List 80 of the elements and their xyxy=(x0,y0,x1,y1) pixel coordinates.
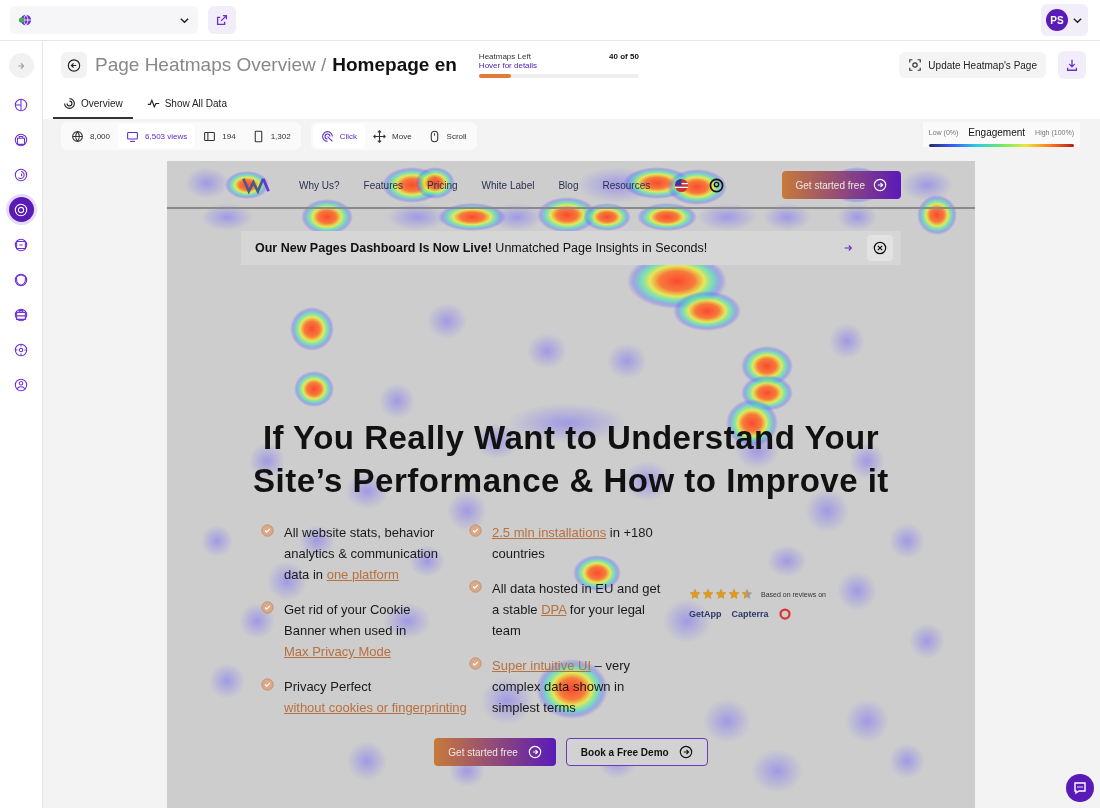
check-icon xyxy=(261,524,274,537)
arrow-circle-icon xyxy=(527,745,542,759)
arrow-icon[interactable] xyxy=(843,243,853,253)
check-icon xyxy=(261,678,274,691)
user-icon xyxy=(14,377,28,392)
ring-logo-icon xyxy=(778,608,791,620)
download-icon xyxy=(1065,58,1079,72)
quota-count: 40 of 50 xyxy=(609,52,639,61)
flag-icon[interactable] xyxy=(674,177,690,193)
device-filter[interactable]: 1,302 xyxy=(243,124,299,148)
feature-text: Privacy Perfect without cookies or fingerprinting xyxy=(284,678,467,717)
star-icon xyxy=(728,588,740,600)
check-icon xyxy=(469,580,482,593)
device-filter[interactable]: 194 xyxy=(195,124,244,148)
announcement-text: Our New Pages Dashboard Is Now Live! Unmatched Page Insights in Seconds! xyxy=(255,241,708,255)
breadcrumb-link[interactable]: Page Heatmaps Overview / xyxy=(95,54,327,76)
shield-icon xyxy=(14,272,28,287)
update-button[interactable]: Update Heatmap's Page xyxy=(899,52,1046,78)
mode-filter[interactable]: Move xyxy=(365,124,420,148)
legend-title: Engagement xyxy=(968,127,1026,138)
mode-filter[interactable]: Click xyxy=(312,124,365,148)
spiral-icon xyxy=(14,167,28,182)
hero-headline: If You Really Want to Understand Your Site’s Performance & How to Improve it xyxy=(252,418,890,501)
screenshot-icon xyxy=(908,58,923,72)
globe-logo-icon xyxy=(18,13,32,27)
site-logo-icon xyxy=(241,176,271,194)
star-icon xyxy=(689,588,701,600)
external-link-icon xyxy=(215,13,229,27)
pulse-icon xyxy=(146,96,160,110)
close-button[interactable] xyxy=(867,235,893,261)
pie-chart-icon xyxy=(14,97,28,112)
back-icon xyxy=(67,57,81,73)
arrow-circle-icon xyxy=(678,745,693,759)
star-icon xyxy=(741,588,753,600)
star-icon xyxy=(715,588,727,600)
close-icon xyxy=(873,241,887,255)
settings-icon xyxy=(14,342,28,357)
arrow-circle-icon xyxy=(873,178,887,192)
bag-icon xyxy=(14,132,28,147)
external-link-button[interactable] xyxy=(208,6,236,34)
account-menu-button[interactable]: PS xyxy=(1041,4,1088,36)
briefcase-icon xyxy=(14,307,28,322)
desktop-icon xyxy=(126,129,140,143)
spiral-icon xyxy=(63,96,76,110)
feature-text: All data hosted in EU and get a stable DPA for your legal team xyxy=(492,580,662,640)
user-icon[interactable] xyxy=(709,177,725,193)
get-started-button[interactable]: Get started free xyxy=(781,171,901,199)
tab[interactable]: Show All Data xyxy=(136,89,237,119)
review-platform-logo: Capterra xyxy=(731,609,769,619)
page-title: Homepage en xyxy=(332,54,457,76)
chat-icon xyxy=(1072,780,1088,796)
star-icon xyxy=(702,588,714,600)
feature-text: All website stats, behavior analytics & communication data in one platform xyxy=(284,524,439,584)
device-filter[interactable]: 6,503 views xyxy=(118,124,196,148)
feature-text: 2.5 mln installations in +180 countries xyxy=(492,524,654,563)
screen-icon xyxy=(14,237,28,252)
globe-icon xyxy=(71,129,84,143)
book-demo-button[interactable]: Book a Free Demo xyxy=(565,738,708,766)
quota-hint[interactable]: Hover for details xyxy=(478,61,538,70)
get-started-button[interactable]: Get started free xyxy=(434,738,556,766)
check-icon xyxy=(261,601,274,614)
target-icon xyxy=(14,202,28,217)
site-nav-link[interactable]: White Label xyxy=(481,179,535,191)
chat-button[interactable] xyxy=(1066,774,1094,802)
device-filter[interactable]: 8,000 xyxy=(63,124,119,148)
avatar: PS xyxy=(1046,9,1068,31)
mode-filter[interactable]: Scroll xyxy=(419,124,475,148)
review-platform-logo: GetApp xyxy=(689,609,722,619)
back-button[interactable] xyxy=(61,52,87,78)
tablet-icon xyxy=(203,129,217,143)
site-nav-link[interactable]: Blog xyxy=(558,179,579,191)
check-icon xyxy=(469,524,482,537)
site-nav-link[interactable]: Why Us? xyxy=(299,179,340,191)
sidebar-item[interactable] xyxy=(8,197,34,222)
download-button[interactable] xyxy=(1058,51,1086,79)
feature-text: Get rid of your Cookie Banner when used in Max Privacy Mode xyxy=(284,601,412,661)
move-icon xyxy=(373,129,386,143)
check-icon xyxy=(469,657,482,670)
quota-label: Heatmaps Left xyxy=(478,52,532,61)
click-icon xyxy=(320,129,334,143)
